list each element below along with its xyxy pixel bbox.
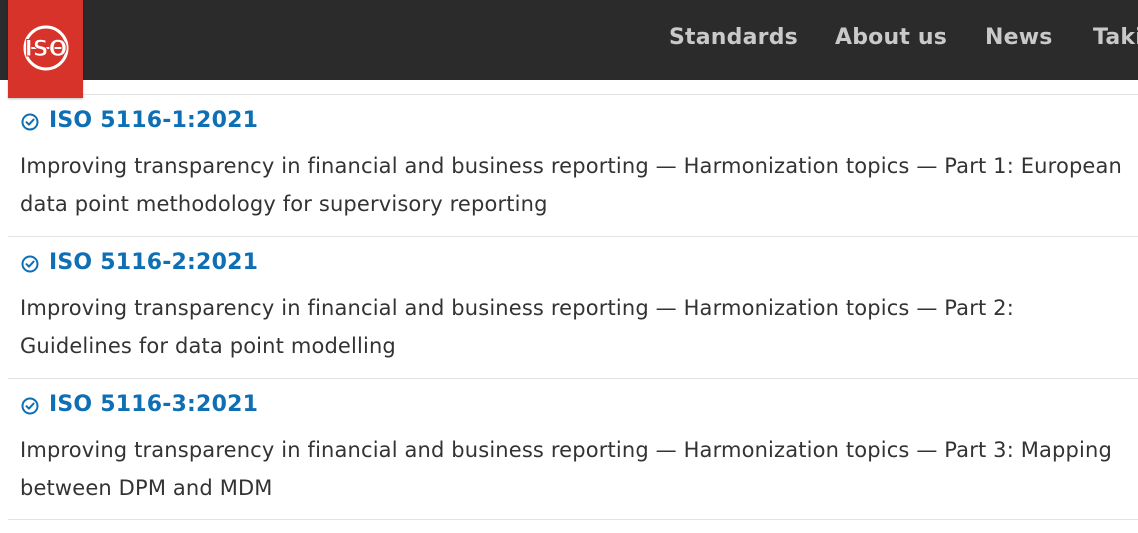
logo-text: ISO (25, 37, 68, 62)
standards-list: ISO 5116-1:2021 Improving transparency i… (8, 94, 1138, 520)
check-circle-icon (21, 113, 39, 130)
nav-taking-part[interactable]: Taki (1093, 25, 1138, 50)
nav-standards[interactable]: Standards (669, 25, 798, 50)
site-header: ISO Standards About us News Taki (0, 0, 1138, 98)
standard-link[interactable]: ISO 5116-3:2021 (20, 392, 258, 417)
standard-code[interactable]: ISO 5116-2:2021 (49, 250, 258, 275)
list-item: ISO 5116-1:2021 Improving transparency i… (8, 94, 1138, 236)
standard-title: Improving transparency in financial and … (20, 296, 1014, 358)
list-item: ISO 5116-2:2021 Improving transparency i… (8, 236, 1138, 378)
standard-title: Improving transparency in financial and … (20, 154, 1122, 216)
standard-link[interactable]: ISO 5116-1:2021 (20, 108, 258, 133)
check-circle-icon (21, 397, 39, 414)
list-item: ISO 5116-3:2021 Improving transparency i… (8, 378, 1138, 520)
iso-logo[interactable]: ISO (8, 0, 83, 98)
standard-link[interactable]: ISO 5116-2:2021 (20, 250, 258, 275)
check-circle-icon (21, 255, 39, 272)
nav-about-us[interactable]: About us (835, 25, 947, 50)
iso-logo-icon: ISO (23, 25, 69, 71)
nav-news[interactable]: News (985, 25, 1053, 50)
main-nav: Standards About us News Taki (0, 0, 1138, 80)
standard-code[interactable]: ISO 5116-1:2021 (49, 108, 258, 133)
standard-code[interactable]: ISO 5116-3:2021 (49, 392, 258, 417)
standard-title: Improving transparency in financial and … (20, 438, 1112, 500)
